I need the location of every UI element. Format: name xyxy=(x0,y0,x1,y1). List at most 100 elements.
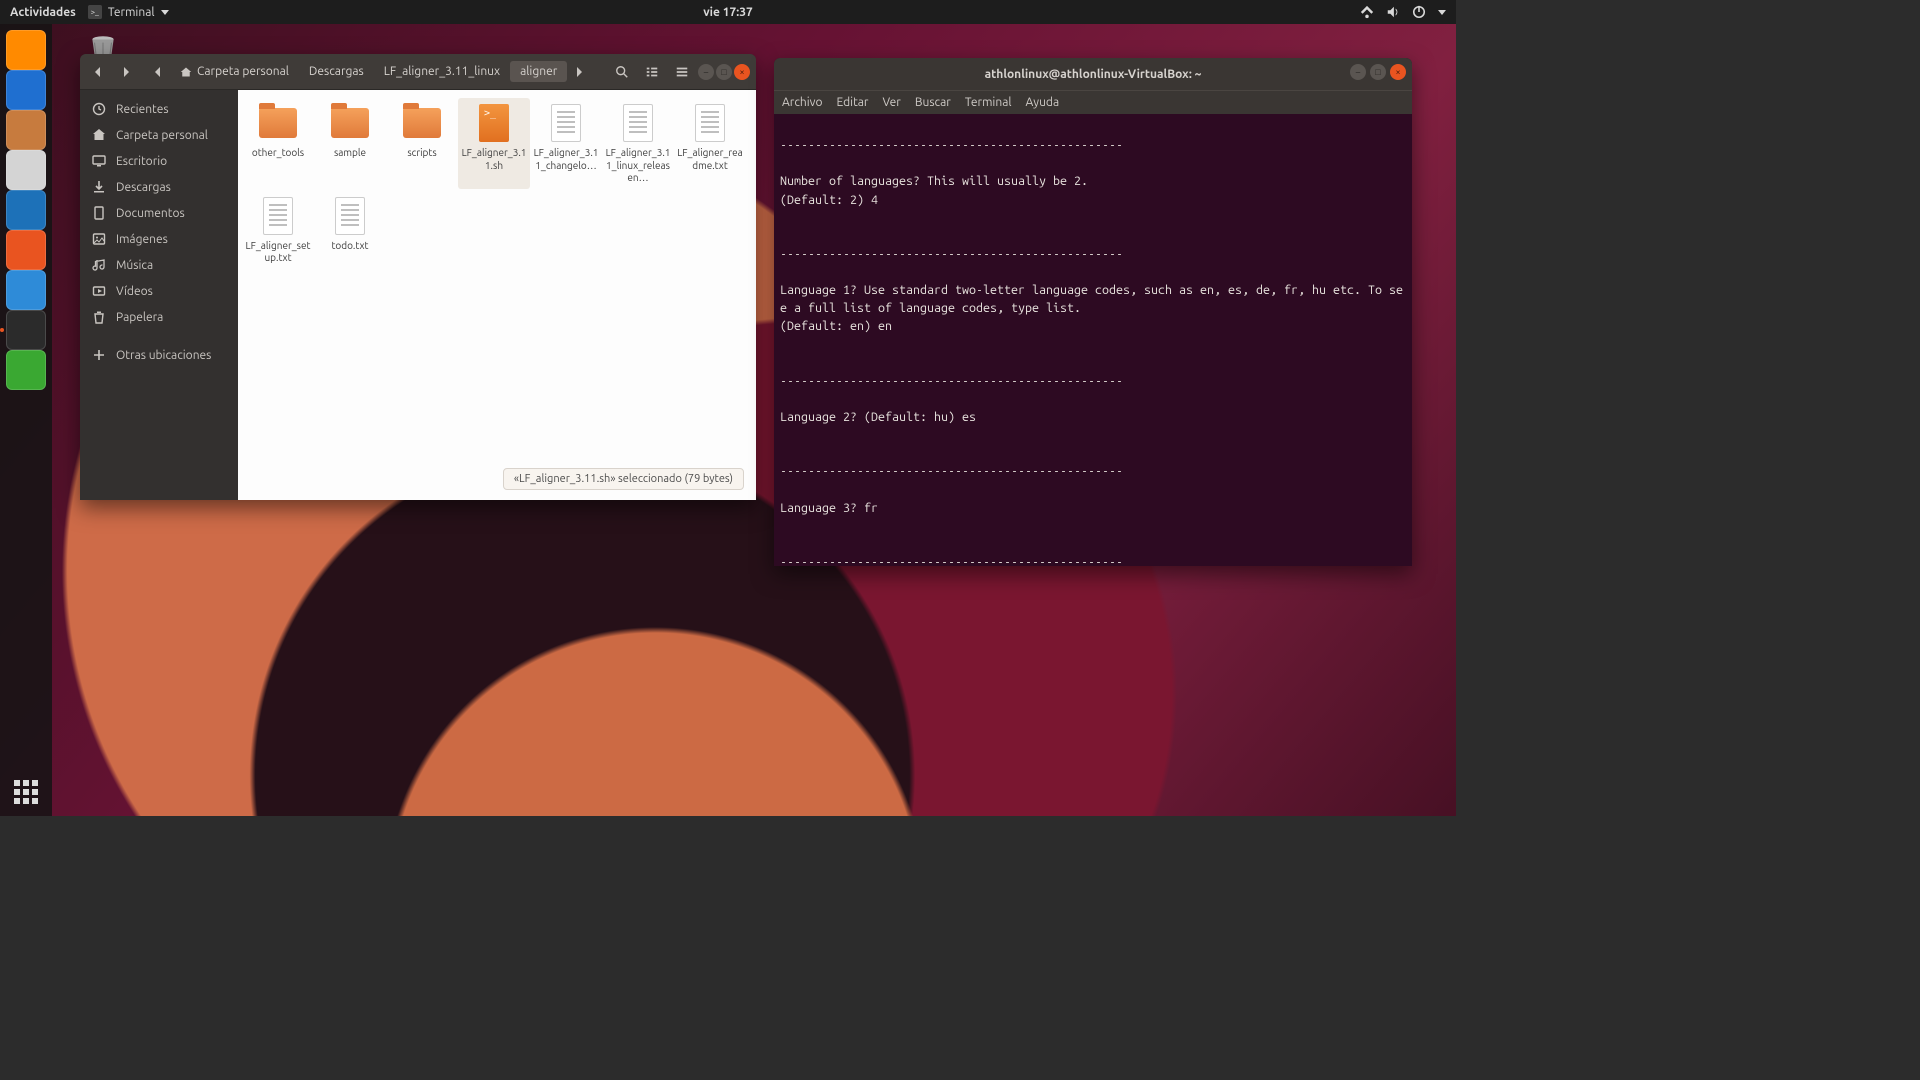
file-item[interactable]: LF_aligner_setup.txt xyxy=(242,191,314,269)
maximize-button[interactable]: □ xyxy=(716,64,732,80)
plus-icon xyxy=(92,348,106,362)
menu-ayuda[interactable]: Ayuda xyxy=(1026,96,1060,109)
path-segment[interactable]: Descargas xyxy=(299,61,374,82)
file-label: LF_aligner_readme.txt xyxy=(676,147,744,172)
file-item[interactable]: LF_aligner_3.11_linux_releasen… xyxy=(602,98,674,189)
file-item[interactable]: sample xyxy=(314,98,386,189)
dock-ubuntu-software[interactable] xyxy=(6,230,46,270)
sidebar-item-trash[interactable]: Papelera xyxy=(80,304,238,330)
close-button[interactable]: × xyxy=(1390,64,1406,80)
file-item[interactable]: scripts xyxy=(386,98,458,189)
dock-terminal[interactable] xyxy=(6,310,46,350)
dock-firefox[interactable] xyxy=(6,30,46,70)
chevron-down-icon[interactable] xyxy=(1438,10,1446,15)
text-file-icon xyxy=(695,104,725,142)
folder-icon xyxy=(403,108,441,138)
search-icon xyxy=(615,65,629,79)
download-icon xyxy=(92,180,106,194)
home-icon xyxy=(180,66,192,78)
trash-icon xyxy=(92,310,106,324)
sidebar-item-plus[interactable]: Otras ubicaciones xyxy=(80,342,238,368)
list-icon xyxy=(645,65,659,79)
file-label: sample xyxy=(334,147,366,160)
sidebar-item-video[interactable]: Vídeos xyxy=(80,278,238,304)
activities-button[interactable]: Actividades xyxy=(10,6,76,19)
network-icon[interactable] xyxy=(1360,5,1374,19)
path-up-button[interactable] xyxy=(146,58,170,86)
back-button[interactable] xyxy=(86,58,110,86)
volume-icon[interactable] xyxy=(1386,5,1400,19)
sidebar-item-download[interactable]: Descargas xyxy=(80,174,238,200)
doc-icon xyxy=(92,206,106,220)
menu-ver[interactable]: Ver xyxy=(882,96,900,109)
path-bar: Carpeta personalDescargasLF_aligner_3.11… xyxy=(146,58,591,86)
forward-button[interactable] xyxy=(114,58,138,86)
hamburger-button[interactable] xyxy=(668,58,696,86)
file-item[interactable]: other_tools xyxy=(242,98,314,189)
file-item[interactable]: LF_aligner_readme.txt xyxy=(674,98,746,189)
sidebar-item-clock[interactable]: Recientes xyxy=(80,96,238,122)
file-item[interactable]: LF_aligner_3.11_changelo… xyxy=(530,98,602,189)
files-window: Carpeta personalDescargasLF_aligner_3.11… xyxy=(80,54,756,500)
file-label: LF_aligner_3.11_changelo… xyxy=(532,147,600,172)
file-pane[interactable]: other_tools sample scripts LF_aligner_3.11.… xyxy=(238,90,756,500)
maximize-button[interactable]: □ xyxy=(1370,64,1386,80)
file-item[interactable]: LF_aligner_3.11.sh xyxy=(458,98,530,189)
dock-thunderbird[interactable] xyxy=(6,70,46,110)
sidebar-item-doc[interactable]: Documentos xyxy=(80,200,238,226)
minimize-button[interactable]: – xyxy=(1350,64,1366,80)
file-label: scripts xyxy=(407,147,436,160)
text-file-icon xyxy=(263,197,293,235)
menu-editar[interactable]: Editar xyxy=(837,96,869,109)
chevron-down-icon xyxy=(161,10,169,15)
terminal-titlebar[interactable]: athlonlinux@athlonlinux-VirtualBox: ~ – … xyxy=(774,58,1412,90)
close-button[interactable]: × xyxy=(734,64,750,80)
dock xyxy=(0,24,52,816)
video-icon xyxy=(92,284,106,298)
minimize-button[interactable]: – xyxy=(698,64,714,80)
sidebar-item-desktop[interactable]: Escritorio xyxy=(80,148,238,174)
path-segment[interactable]: Carpeta personal xyxy=(170,61,299,82)
file-label: todo.txt xyxy=(332,240,369,253)
menu-buscar[interactable]: Buscar xyxy=(915,96,951,109)
dock-libreoffice-writer[interactable] xyxy=(6,190,46,230)
gnome-topbar: Actividades >_ Terminal vie 17:37 xyxy=(0,0,1456,24)
dock-files[interactable] xyxy=(6,110,46,150)
menu-archivo[interactable]: Archivo xyxy=(782,96,823,109)
search-button[interactable] xyxy=(608,58,636,86)
files-sidebar: RecientesCarpeta personalEscritorioDesca… xyxy=(80,90,238,500)
dock-libreoffice-calc[interactable] xyxy=(6,350,46,390)
power-icon[interactable] xyxy=(1412,5,1426,19)
text-file-icon xyxy=(335,197,365,235)
image-icon xyxy=(92,232,106,246)
file-label: LF_aligner_setup.txt xyxy=(244,240,312,265)
terminal-icon: >_ xyxy=(88,5,102,19)
terminal-title: athlonlinux@athlonlinux-VirtualBox: ~ xyxy=(985,68,1202,81)
sidebar-item-music[interactable]: Música xyxy=(80,252,238,278)
clock-icon xyxy=(92,102,106,116)
desktop-icon xyxy=(92,154,106,168)
file-label: LF_aligner_3.11.sh xyxy=(460,147,528,172)
clock[interactable]: vie 17:37 xyxy=(703,6,753,19)
file-label: other_tools xyxy=(252,147,304,160)
terminal-output[interactable]: ----------------------------------------… xyxy=(774,114,1412,566)
show-applications-button[interactable] xyxy=(14,780,38,804)
terminal-window: athlonlinux@athlonlinux-VirtualBox: ~ – … xyxy=(774,58,1412,566)
file-item[interactable]: todo.txt xyxy=(314,191,386,269)
home-icon xyxy=(92,128,106,142)
hamburger-icon xyxy=(675,65,689,79)
sidebar-item-image[interactable]: Imágenes xyxy=(80,226,238,252)
text-file-icon xyxy=(623,104,653,142)
dock-help[interactable] xyxy=(6,270,46,310)
app-menu-label: Terminal xyxy=(108,6,155,19)
files-toolbar: Carpeta personalDescargasLF_aligner_3.11… xyxy=(80,54,756,90)
view-toggle-button[interactable] xyxy=(638,58,666,86)
menu-terminal[interactable]: Terminal xyxy=(965,96,1012,109)
dock-rhythmbox[interactable] xyxy=(6,150,46,190)
path-more-button[interactable] xyxy=(567,58,591,86)
path-segment[interactable]: aligner xyxy=(510,61,567,82)
app-menu[interactable]: >_ Terminal xyxy=(88,5,169,19)
path-segment[interactable]: LF_aligner_3.11_linux xyxy=(374,61,510,82)
folder-icon xyxy=(331,108,369,138)
sidebar-item-home[interactable]: Carpeta personal xyxy=(80,122,238,148)
